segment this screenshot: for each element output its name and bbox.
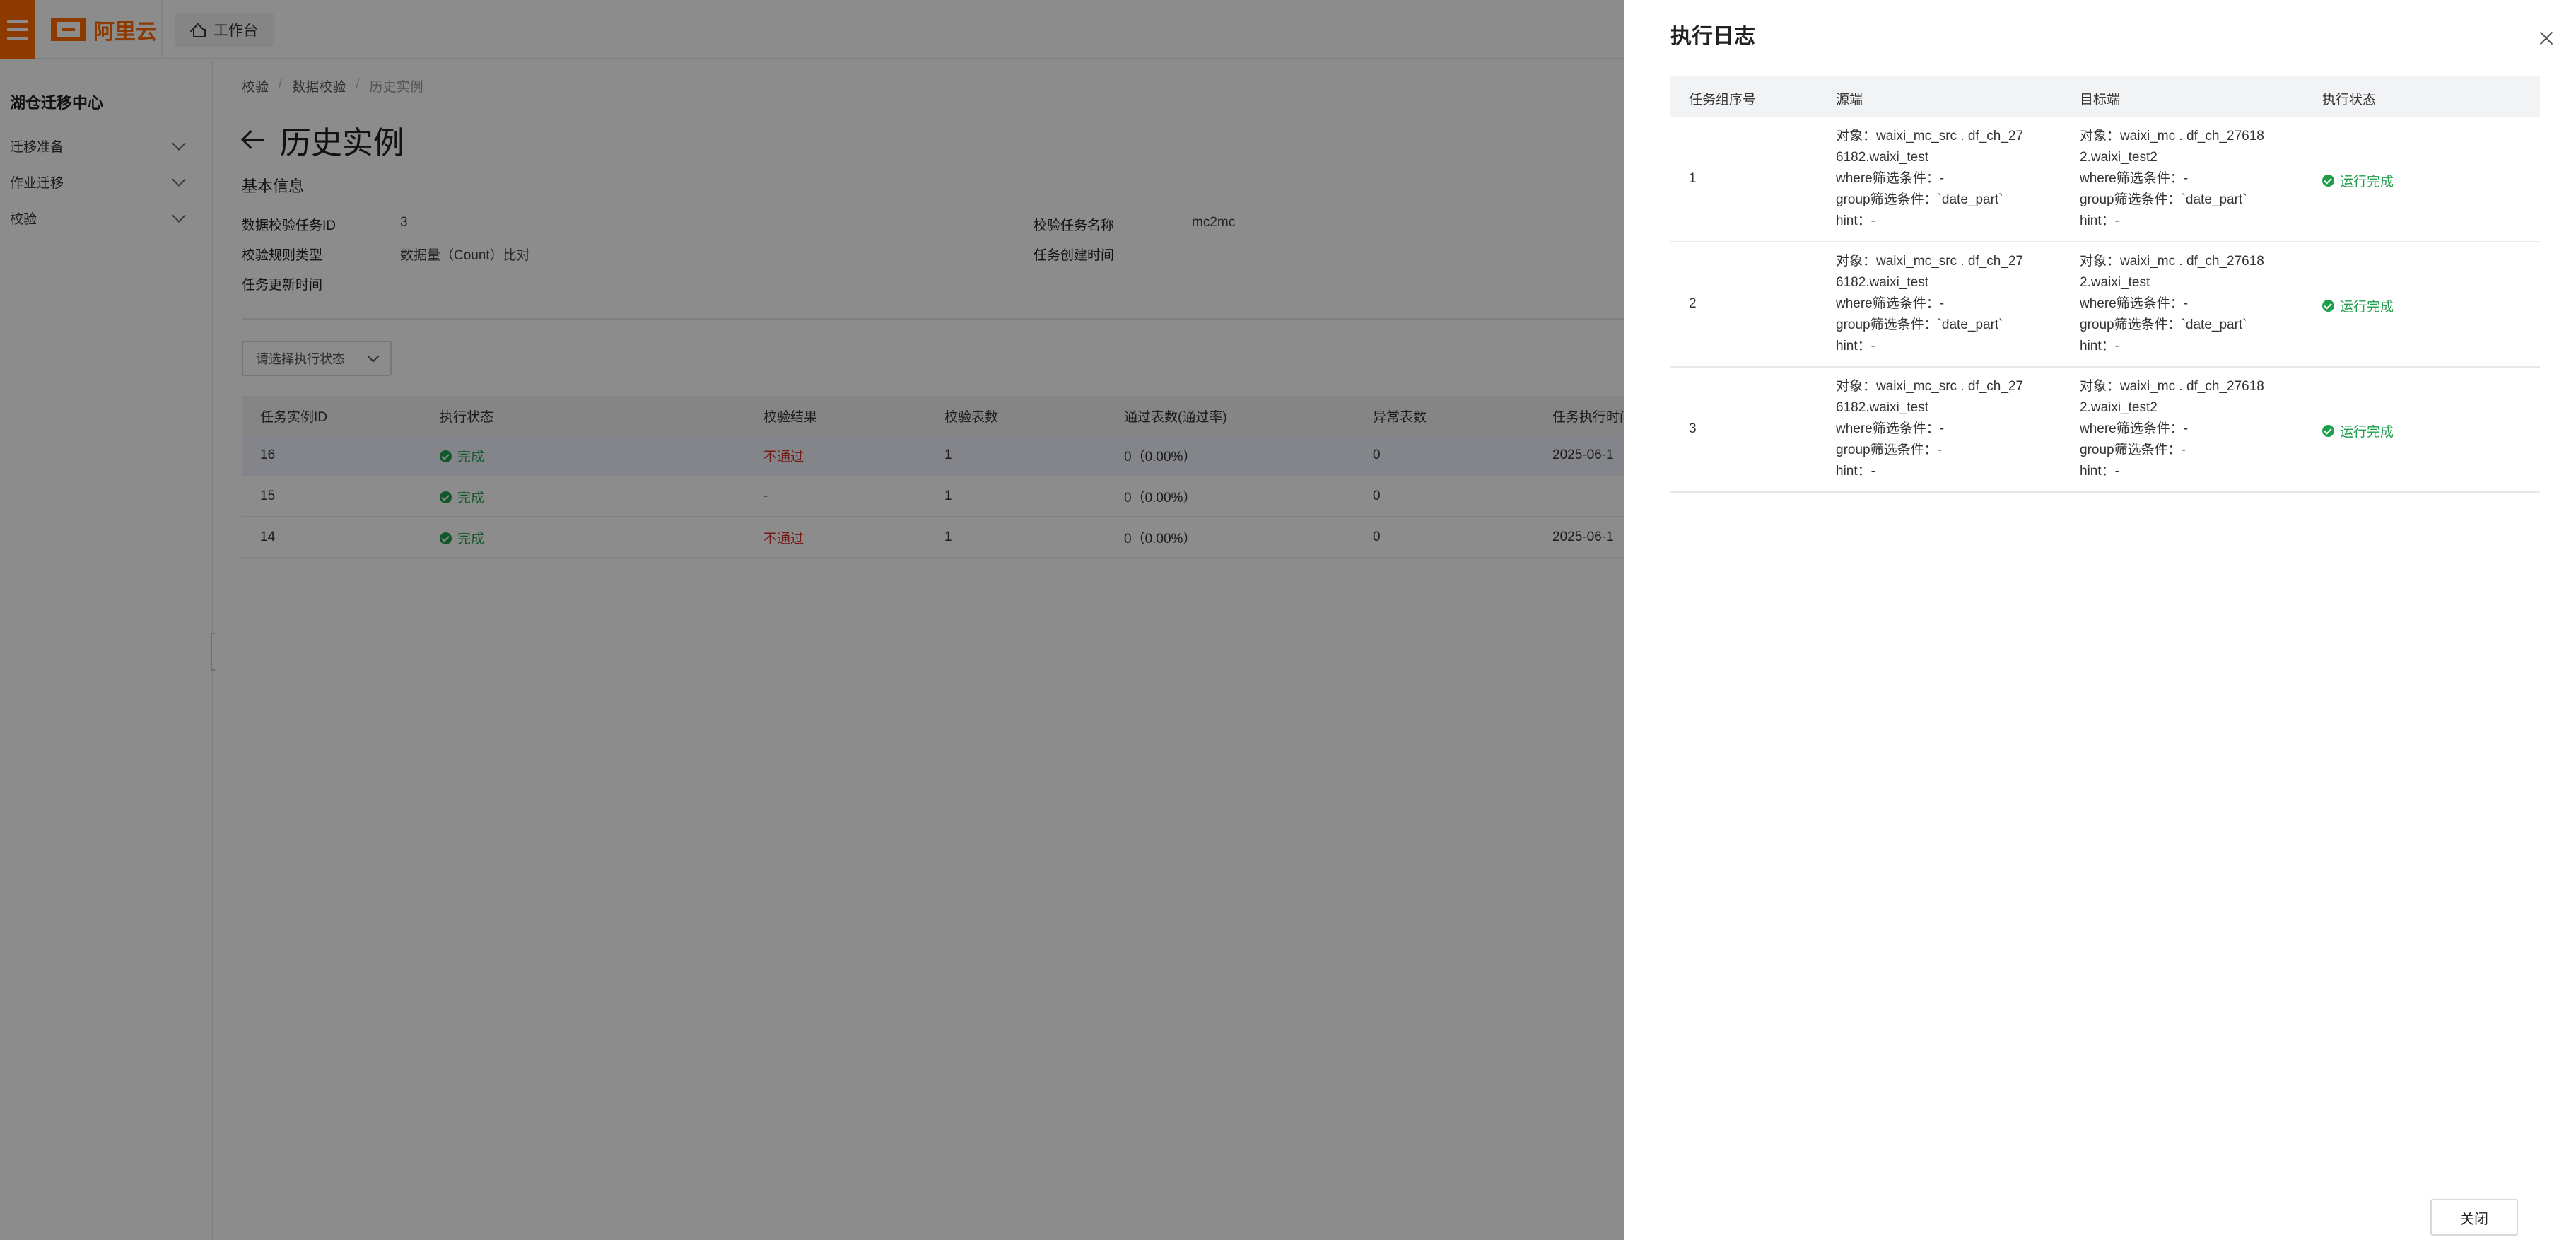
source-hint: hint：- [1836, 214, 1875, 228]
group-seq: 2 [1689, 296, 1697, 311]
source-cell: 对象：waixi_mc_src . df_ch_27 6182.waixi_te… [1836, 376, 2041, 482]
run-status-text: 运行完成 [2340, 175, 2394, 189]
target-object: 对象：waixi_mc . df_ch_27618 [2080, 254, 2264, 269]
target-object-cont: 2.waixi_test2 [2080, 150, 2158, 165]
run-status: 运行完成 [2322, 421, 2394, 440]
table-row: 1 对象：waixi_mc_src . df_ch_27 6182.waixi_… [1670, 117, 2540, 242]
column-header: 执行状态 [2322, 93, 2377, 107]
target-cell: 对象：waixi_mc . df_ch_27618 2.waixi_test w… [2080, 251, 2285, 357]
source-group: group筛选条件：`date_part` [1836, 192, 2003, 207]
table-header: 任务组序号 源端 目标端 执行状态 [1670, 76, 2540, 117]
target-where: where筛选条件：- [2080, 296, 2189, 311]
target-group: group筛选条件：`date_part` [2080, 192, 2247, 207]
check-circle-icon [2322, 300, 2334, 312]
target-object: 对象：waixi_mc . df_ch_27618 [2080, 379, 2264, 394]
target-cell: 对象：waixi_mc . df_ch_27618 2.waixi_test2 … [2080, 376, 2285, 482]
source-object: 对象：waixi_mc_src . df_ch_27 [1836, 129, 2024, 144]
close-button[interactable]: 关闭 [2430, 1199, 2518, 1236]
source-where: where筛选条件：- [1836, 296, 1945, 311]
modal-overlay[interactable] [0, 0, 1624, 1240]
source-object-cont: 6182.waixi_test [1836, 150, 1928, 165]
run-status-text: 运行完成 [2340, 300, 2394, 315]
run-status-text: 运行完成 [2340, 425, 2394, 440]
source-where: where筛选条件：- [1836, 171, 1945, 186]
target-hint: hint：- [2080, 464, 2119, 479]
source-object-cont: 6182.waixi_test [1836, 275, 1928, 290]
check-circle-icon [2322, 175, 2334, 187]
source-where: where筛选条件：- [1836, 421, 1945, 436]
source-cell: 对象：waixi_mc_src . df_ch_27 6182.waixi_te… [1836, 126, 2041, 232]
table-row: 2 对象：waixi_mc_src . df_ch_27 6182.waixi_… [1670, 242, 2540, 368]
close-icon[interactable] [2538, 30, 2555, 47]
target-group: group筛选条件：`date_part` [2080, 317, 2247, 332]
group-seq: 3 [1689, 421, 1697, 436]
table-row: 3 对象：waixi_mc_src . df_ch_27 6182.waixi_… [1670, 368, 2540, 493]
source-cell: 对象：waixi_mc_src . df_ch_27 6182.waixi_te… [1836, 251, 2041, 357]
target-object: 对象：waixi_mc . df_ch_27618 [2080, 129, 2264, 144]
run-status: 运行完成 [2322, 171, 2394, 190]
column-header: 目标端 [2080, 93, 2121, 107]
execution-log-drawer: 执行日志 任务组序号 源端 目标端 执行状态 1 对象：waixi_mc_src… [1624, 0, 2576, 1240]
drawer-title: 执行日志 [1670, 25, 1755, 48]
target-cell: 对象：waixi_mc . df_ch_27618 2.waixi_test2 … [2080, 126, 2285, 232]
run-status: 运行完成 [2322, 296, 2394, 315]
source-hint: hint：- [1836, 339, 1875, 353]
column-header: 任务组序号 [1689, 93, 1757, 107]
source-object: 对象：waixi_mc_src . df_ch_27 [1836, 379, 2024, 394]
target-object-cont: 2.waixi_test [2080, 275, 2150, 290]
target-where: where筛选条件：- [2080, 171, 2189, 186]
check-circle-icon [2322, 425, 2334, 437]
source-object-cont: 6182.waixi_test [1836, 400, 1928, 415]
target-object-cont: 2.waixi_test2 [2080, 400, 2158, 415]
source-hint: hint：- [1836, 464, 1875, 479]
column-header: 源端 [1836, 93, 1863, 107]
execution-log-table: 任务组序号 源端 目标端 执行状态 1 对象：waixi_mc_src . df… [1670, 76, 2540, 493]
source-group: group筛选条件：`date_part` [1836, 317, 2003, 332]
source-group: group筛选条件：- [1836, 443, 1942, 457]
target-hint: hint：- [2080, 339, 2119, 353]
group-seq: 1 [1689, 171, 1697, 186]
target-group: group筛选条件：- [2080, 443, 2186, 457]
target-hint: hint：- [2080, 214, 2119, 228]
source-object: 对象：waixi_mc_src . df_ch_27 [1836, 254, 2024, 269]
target-where: where筛选条件：- [2080, 421, 2189, 436]
